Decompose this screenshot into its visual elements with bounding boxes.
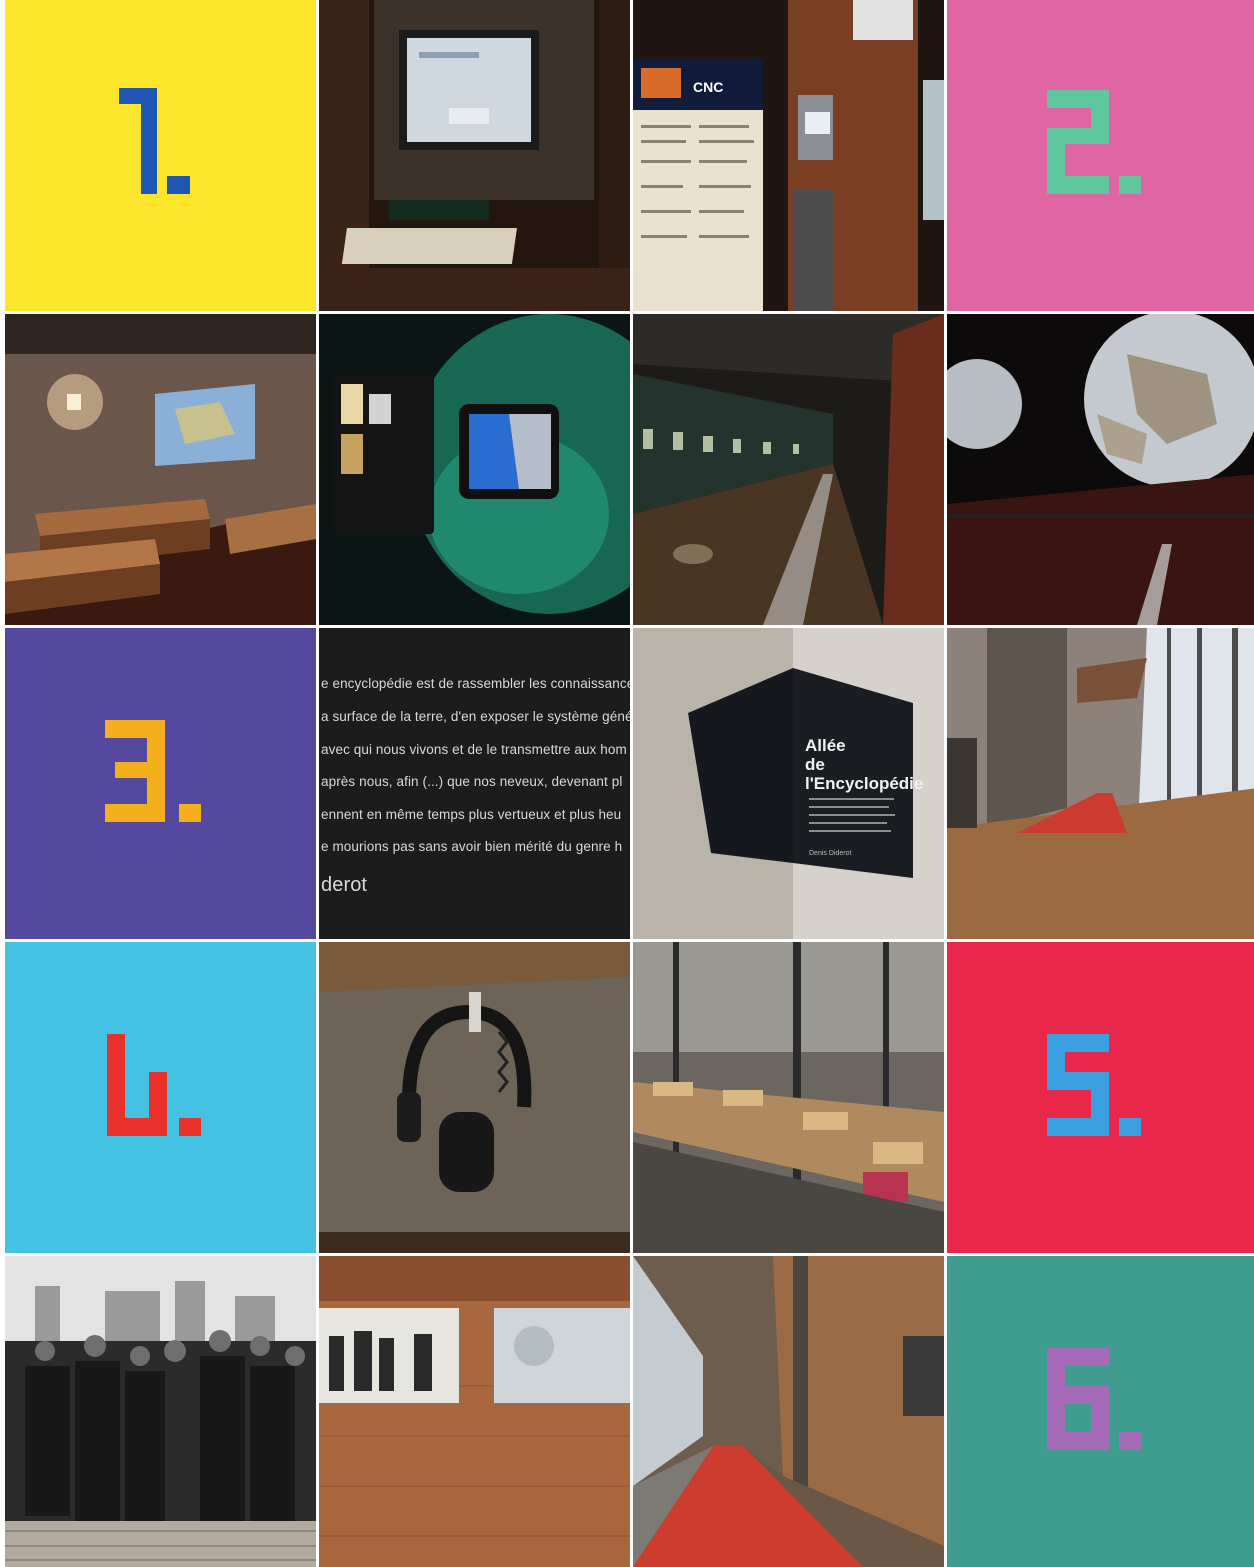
photo-red-carpet-corridor	[633, 1256, 944, 1567]
sign-author: Denis Diderot	[809, 850, 852, 857]
number-tile-4: 4.	[5, 942, 316, 1253]
photo-diderot-quote: e encyclopédie est de rassembler les con…	[319, 628, 630, 939]
photo-allee-sign: Allée de l'Encyclopédie Denis Diderot	[633, 628, 944, 939]
photo-glass-corridor	[947, 628, 1254, 939]
number-3-glyph: 3.	[105, 720, 201, 822]
photo-kiosk-computer	[319, 0, 630, 311]
photo-info-panel: CNC	[633, 0, 944, 311]
quote-line-1: e encyclopédie est de rassembler les con…	[321, 676, 630, 691]
quote-line-6: e mourions pas sans avoir bien mérité du…	[321, 839, 623, 854]
number-1-glyph: 1.	[119, 88, 190, 194]
photo-grid: 1. CNC	[0, 0, 1254, 1567]
photo-wood-wall-exhibit	[319, 1256, 630, 1567]
number-tile-5: 5.	[947, 942, 1254, 1253]
number-6-glyph: 6.	[1047, 1348, 1141, 1450]
quote-line-5: ennent en même temps plus vertueux et pl…	[321, 807, 622, 822]
sign-title-line2: de l'Encyclopédie	[805, 755, 924, 793]
photo-headphones	[319, 942, 630, 1253]
photo-projection-room	[5, 314, 316, 625]
photo-green-display	[319, 314, 630, 625]
photo-globes	[947, 314, 1254, 625]
number-tile-6: 6.	[947, 1256, 1254, 1567]
quote-line-3: avec qui nous vivons et de le transmettr…	[321, 742, 627, 757]
number-tile-1: 1.	[5, 0, 316, 311]
number-2-glyph: 2.	[1047, 90, 1141, 194]
number-tile-3: 3.	[5, 628, 316, 939]
sign-body-text	[809, 798, 899, 838]
number-4-glyph: 4.	[107, 1034, 201, 1136]
photo-historic-group	[5, 1256, 316, 1567]
sign-title-line1: Allée	[805, 736, 846, 755]
cnc-logo: CNC	[693, 79, 723, 95]
photo-dark-corridor	[633, 314, 944, 625]
number-tile-2: 2.	[947, 0, 1254, 311]
quote-signature: derot	[321, 874, 368, 896]
number-5-glyph: 5.	[1047, 1034, 1141, 1136]
quote-line-2: a surface de la terre, d'en exposer le s…	[321, 709, 630, 724]
photo-book-table	[633, 942, 944, 1253]
quote-line-4: après nous, afin (...) que nos neveux, d…	[321, 774, 623, 789]
